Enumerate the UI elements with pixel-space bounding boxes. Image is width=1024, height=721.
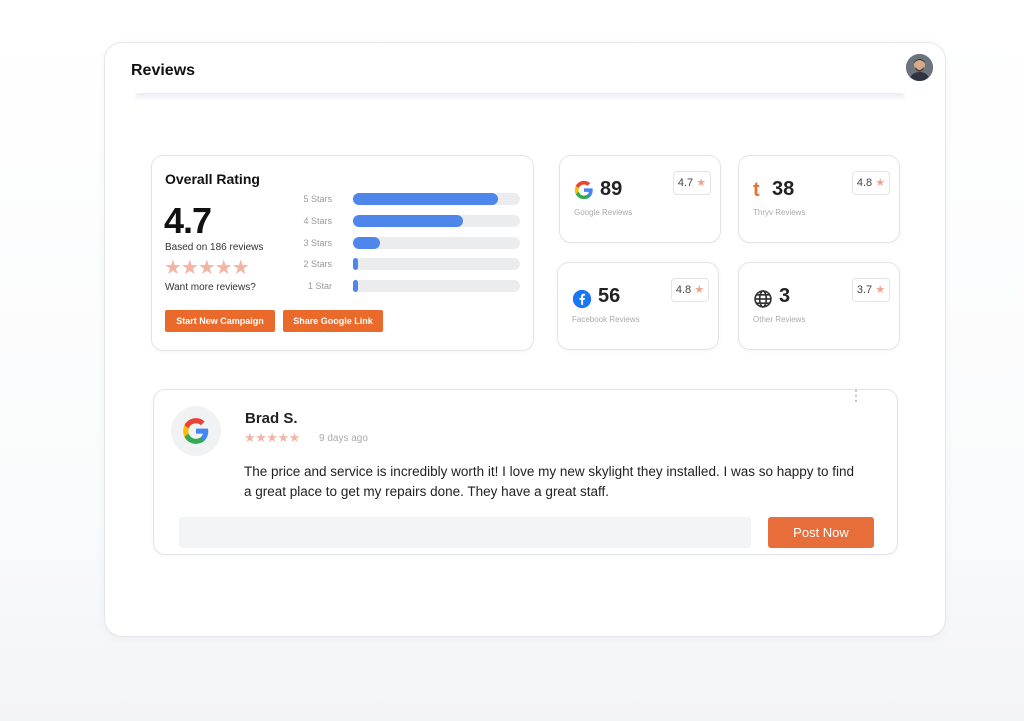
- google-rating: 4.7: [677, 177, 694, 189]
- thryv-letter: t: [753, 179, 760, 201]
- google-review-count: 89: [600, 178, 623, 200]
- start-campaign-button[interactable]: Start New Campaign: [165, 310, 275, 332]
- rating-bar-label: 2 Stars: [303, 259, 332, 269]
- google-icon: [574, 180, 594, 200]
- thryv-reviews-label: Thryv Reviews: [753, 208, 806, 217]
- rating-bar-3: 3 Stars: [284, 236, 524, 250]
- star-icon: ★: [875, 284, 886, 296]
- facebook-reviews-label: Facebook Reviews: [572, 315, 640, 324]
- rating-bar-fill: [353, 280, 358, 292]
- avatar[interactable]: [906, 54, 933, 81]
- reviewer-name: Brad S.: [245, 410, 298, 427]
- rating-bar-5: 5 Stars: [284, 192, 524, 206]
- thryv-icon: t: [753, 180, 773, 200]
- rating-bar-fill: [353, 193, 499, 205]
- reply-input[interactable]: [179, 517, 751, 548]
- thryv-reviews-card[interactable]: t 38 Thryv Reviews 4.8 ★: [738, 155, 900, 243]
- rating-bar-label: 4 Stars: [303, 216, 332, 226]
- rating-bar-label: 3 Stars: [303, 238, 332, 248]
- facebook-review-count: 56: [598, 285, 621, 307]
- share-google-link-button[interactable]: Share Google Link: [283, 310, 383, 332]
- rating-bar-track: [353, 258, 520, 270]
- more-options-icon[interactable]: ⋮: [849, 388, 863, 402]
- rating-bar-4: 4 Stars: [284, 214, 524, 228]
- other-rating: 3.7: [856, 284, 873, 296]
- overall-rating-value: 4.7: [164, 200, 212, 241]
- reviews-panel: Reviews Overall Rating 4.7 Based on 186 …: [104, 42, 946, 637]
- other-rating-badge: 3.7 ★: [852, 278, 890, 302]
- rating-bar-label: 1 Star: [307, 281, 332, 291]
- rating-bar-fill: [353, 258, 358, 270]
- review-stars: ★★★★★: [244, 430, 300, 445]
- google-rating-badge: 4.7 ★: [673, 171, 711, 195]
- thryv-review-count: 38: [772, 178, 795, 200]
- rating-bar-fill: [353, 215, 464, 227]
- facebook-rating: 4.8: [675, 284, 692, 296]
- facebook-icon: [572, 289, 592, 309]
- post-now-button[interactable]: Post Now: [768, 517, 874, 548]
- rating-bar-2: 2 Stars: [284, 257, 524, 271]
- thryv-rating: 4.8: [856, 177, 873, 189]
- star-icon: ★: [875, 177, 886, 189]
- rating-bar-label: 5 Stars: [303, 194, 332, 204]
- overall-stars: ★★★★★: [164, 257, 250, 279]
- google-reviews-label: Google Reviews: [574, 208, 633, 217]
- facebook-reviews-card[interactable]: 56 Facebook Reviews 4.8 ★: [557, 262, 719, 350]
- want-more-text: Want more reviews?: [165, 282, 256, 293]
- review-card: ⋮ Brad S. ★★★★★ 9 days ago The price and…: [153, 388, 898, 555]
- review-count-text: Based on 186 reviews: [165, 242, 264, 253]
- overall-rating-title: Overall Rating: [165, 171, 260, 187]
- rating-bar-track: [353, 280, 520, 292]
- rating-bar-track: [353, 193, 520, 205]
- globe-icon: [753, 289, 773, 309]
- thryv-rating-badge: 4.8 ★: [852, 171, 890, 195]
- review-timestamp: 9 days ago: [319, 433, 368, 444]
- rating-bar-track: [353, 215, 520, 227]
- other-reviews-card[interactable]: 3 Other Reviews 3.7 ★: [738, 262, 900, 350]
- rating-bar-fill: [353, 237, 380, 249]
- google-reviews-card[interactable]: 89 Google Reviews 4.7 ★: [559, 155, 721, 243]
- other-review-count: 3: [779, 285, 791, 307]
- overall-rating-card: Overall Rating 4.7 Based on 186 reviews …: [151, 155, 534, 351]
- google-logo-avatar: [171, 406, 221, 456]
- header-divider: [135, 93, 905, 101]
- rating-bar-1: 1 Star: [284, 279, 524, 293]
- other-reviews-label: Other Reviews: [753, 315, 806, 324]
- rating-bar-track: [353, 237, 520, 249]
- page-title: Reviews: [131, 62, 196, 79]
- review-text: The price and service is incredibly wort…: [244, 464, 855, 499]
- star-icon: ★: [696, 177, 707, 189]
- star-icon: ★: [694, 284, 705, 296]
- facebook-rating-badge: 4.8 ★: [671, 278, 709, 302]
